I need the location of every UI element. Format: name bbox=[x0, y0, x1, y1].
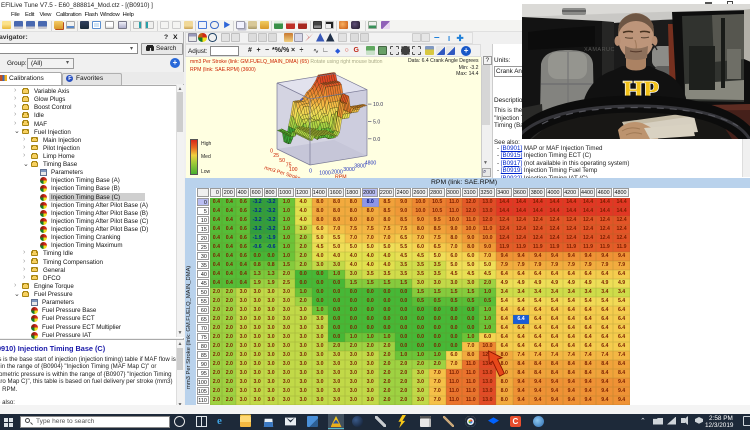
svg-text:XAMARUC: XAMARUC bbox=[584, 47, 615, 53]
